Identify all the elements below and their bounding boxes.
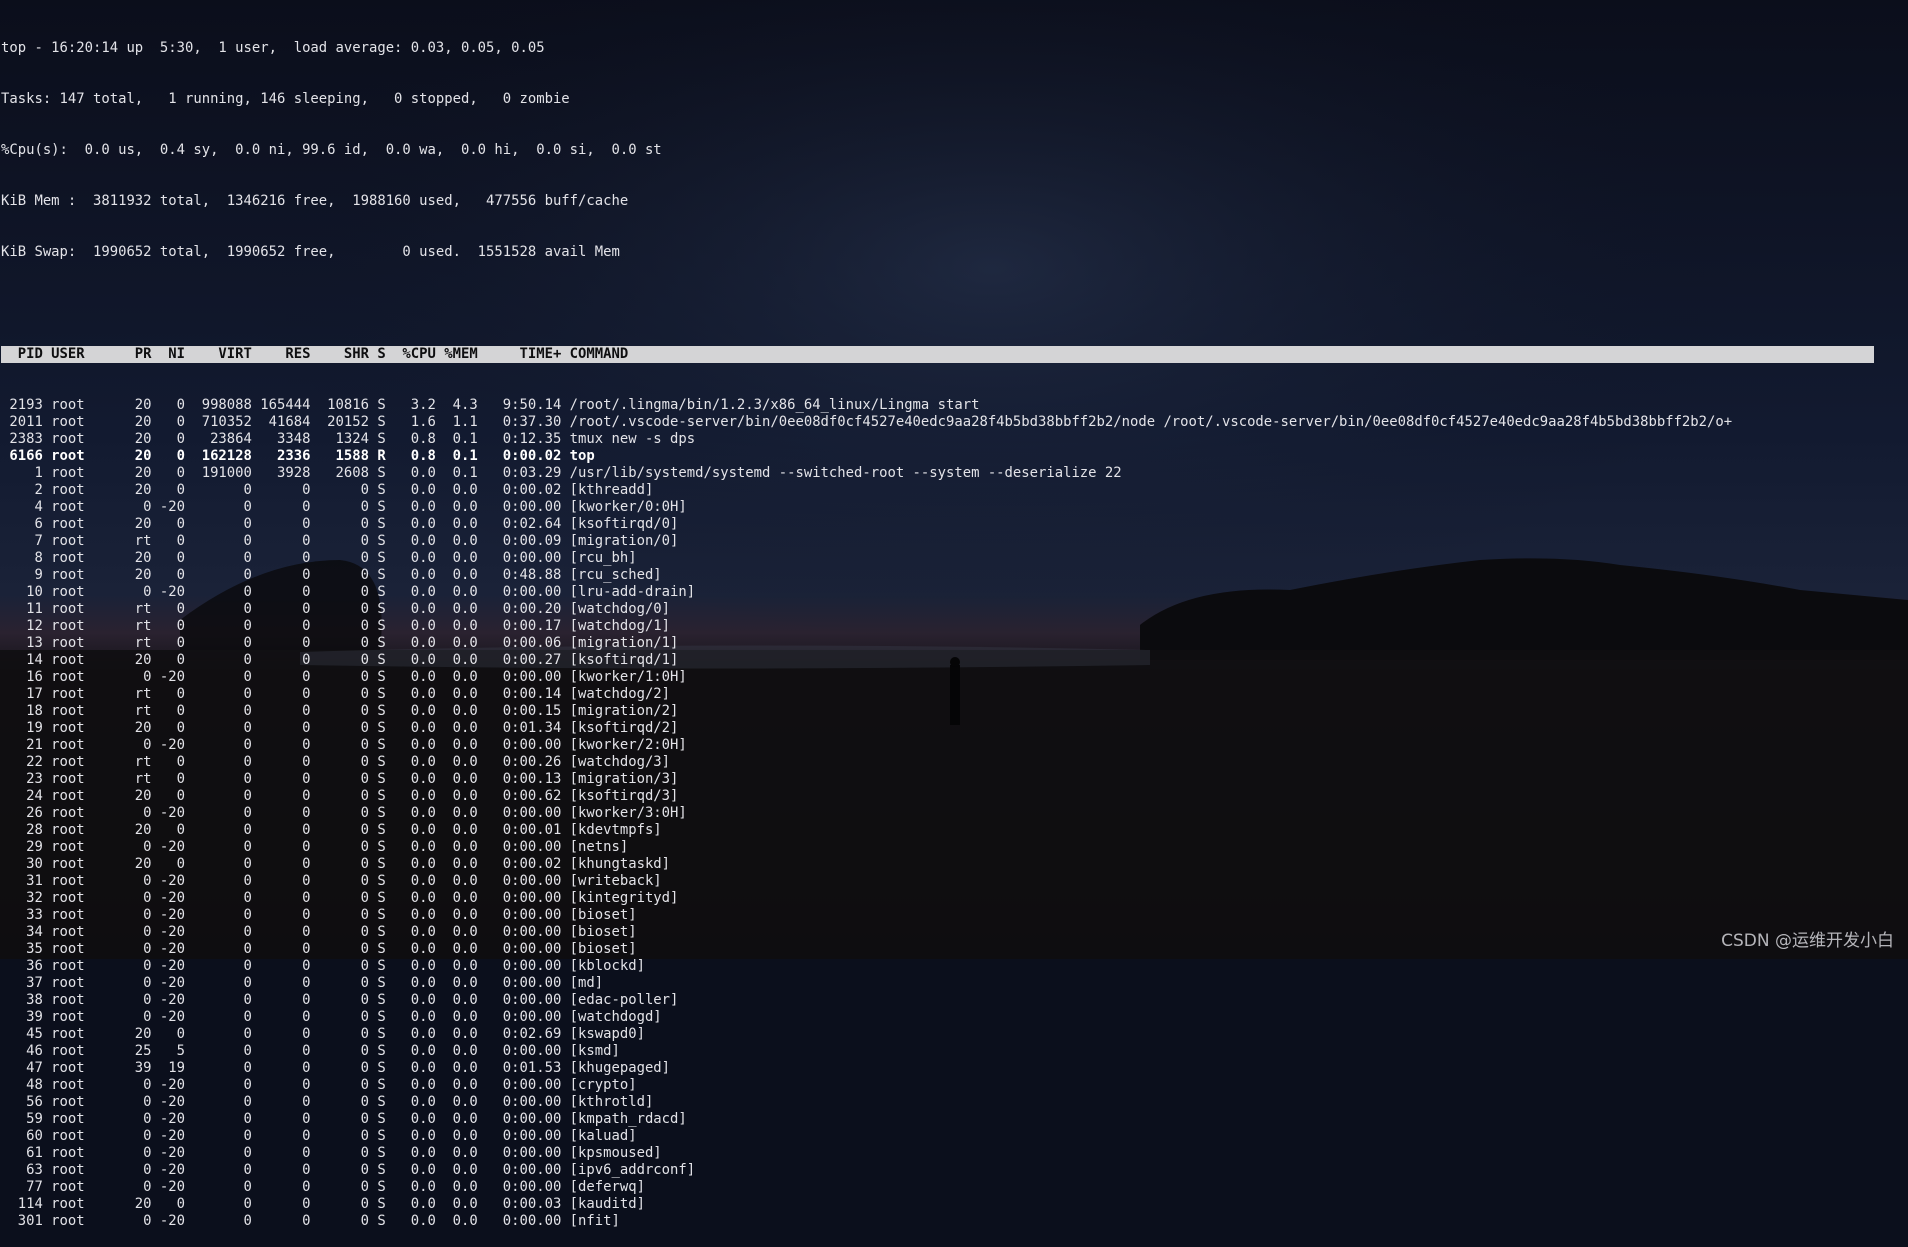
process-row: 77 root 0 -20 0 0 0 S 0.0 0.0 0:00.00 [d…: [1, 1179, 645, 1195]
process-row: 2 root 20 0 0 0 0 S 0.0 0.0 0:00.02 [kth…: [1, 482, 654, 498]
process-table-body: 2193 root 20 0 998088 165444 10816 S 3.2…: [1, 397, 1874, 1230]
process-row: 33 root 0 -20 0 0 0 S 0.0 0.0 0:00.00 [b…: [1, 907, 637, 923]
process-row: 2383 root 20 0 23864 3348 1324 S 0.8 0.1…: [1, 431, 696, 447]
process-row: 32 root 0 -20 0 0 0 S 0.0 0.0 0:00.00 [k…: [1, 890, 679, 906]
process-row: 37 root 0 -20 0 0 0 S 0.0 0.0 0:00.00 [m…: [1, 975, 604, 991]
process-row: 24 root 20 0 0 0 0 S 0.0 0.0 0:00.62 [ks…: [1, 788, 679, 804]
process-row: 6 root 20 0 0 0 0 S 0.0 0.0 0:02.64 [kso…: [1, 516, 679, 532]
process-row: 6166 root 20 0 162128 2336 1588 R 0.8 0.…: [1, 448, 595, 464]
process-row: 114 root 20 0 0 0 0 S 0.0 0.0 0:00.03 [k…: [1, 1196, 645, 1212]
process-row: 17 root rt 0 0 0 0 S 0.0 0.0 0:00.14 [wa…: [1, 686, 671, 702]
process-row: 16 root 0 -20 0 0 0 S 0.0 0.0 0:00.00 [k…: [1, 669, 687, 685]
process-row: 19 root 20 0 0 0 0 S 0.0 0.0 0:01.34 [ks…: [1, 720, 679, 736]
process-row: 18 root rt 0 0 0 0 S 0.0 0.0 0:00.15 [mi…: [1, 703, 679, 719]
process-row: 56 root 0 -20 0 0 0 S 0.0 0.0 0:00.00 [k…: [1, 1094, 654, 1110]
process-row: 47 root 39 19 0 0 0 S 0.0 0.0 0:01.53 [k…: [1, 1060, 671, 1076]
process-row: 61 root 0 -20 0 0 0 S 0.0 0.0 0:00.00 [k…: [1, 1145, 662, 1161]
process-row: 9 root 20 0 0 0 0 S 0.0 0.0 0:48.88 [rcu…: [1, 567, 662, 583]
process-row: 2193 root 20 0 998088 165444 10816 S 3.2…: [1, 397, 980, 413]
process-row: 46 root 25 5 0 0 0 S 0.0 0.0 0:00.00 [ks…: [1, 1043, 620, 1059]
process-table-header: PID USER PR NI VIRT RES SHR S %CPU %MEM …: [1, 346, 1874, 363]
process-row: 38 root 0 -20 0 0 0 S 0.0 0.0 0:00.00 [e…: [1, 992, 679, 1008]
process-row: 14 root 20 0 0 0 0 S 0.0 0.0 0:00.27 [ks…: [1, 652, 679, 668]
process-row: 22 root rt 0 0 0 0 S 0.0 0.0 0:00.26 [wa…: [1, 754, 671, 770]
process-row: 1 root 20 0 191000 3928 2608 S 0.0 0.1 0…: [1, 465, 1122, 481]
uptime-line: top - 16:20:14 up 5:30, 1 user, load ave…: [1, 40, 545, 56]
swap-line: KiB Swap: 1990652 total, 1990652 free, 0…: [1, 244, 620, 260]
mem-line: KiB Mem : 3811932 total, 1346216 free, 1…: [1, 193, 629, 209]
process-row: 39 root 0 -20 0 0 0 S 0.0 0.0 0:00.00 [w…: [1, 1009, 662, 1025]
process-row: 10 root 0 -20 0 0 0 S 0.0 0.0 0:00.00 [l…: [1, 584, 696, 600]
process-row: 63 root 0 -20 0 0 0 S 0.0 0.0 0:00.00 [i…: [1, 1162, 696, 1178]
process-row: 11 root rt 0 0 0 0 S 0.0 0.0 0:00.20 [wa…: [1, 601, 671, 617]
process-row: 36 root 0 -20 0 0 0 S 0.0 0.0 0:00.00 [k…: [1, 958, 645, 974]
process-row: 12 root rt 0 0 0 0 S 0.0 0.0 0:00.17 [wa…: [1, 618, 671, 634]
process-row: 45 root 20 0 0 0 0 S 0.0 0.0 0:02.69 [ks…: [1, 1026, 645, 1042]
process-row: 59 root 0 -20 0 0 0 S 0.0 0.0 0:00.00 [k…: [1, 1111, 687, 1127]
process-row: 2011 root 20 0 710352 41684 20152 S 1.6 …: [1, 414, 1733, 430]
process-row: 8 root 20 0 0 0 0 S 0.0 0.0 0:00.00 [rcu…: [1, 550, 637, 566]
top-terminal-output: top - 16:20:14 up 5:30, 1 user, load ave…: [1, 6, 1874, 1247]
process-row: 34 root 0 -20 0 0 0 S 0.0 0.0 0:00.00 [b…: [1, 924, 637, 940]
process-row: 30 root 20 0 0 0 0 S 0.0 0.0 0:00.02 [kh…: [1, 856, 671, 872]
process-row: 23 root rt 0 0 0 0 S 0.0 0.0 0:00.13 [mi…: [1, 771, 679, 787]
process-row: 31 root 0 -20 0 0 0 S 0.0 0.0 0:00.00 [w…: [1, 873, 662, 889]
cpu-line: %Cpu(s): 0.0 us, 0.4 sy, 0.0 ni, 99.6 id…: [1, 142, 662, 158]
process-row: 28 root 20 0 0 0 0 S 0.0 0.0 0:00.01 [kd…: [1, 822, 662, 838]
process-row: 21 root 0 -20 0 0 0 S 0.0 0.0 0:00.00 [k…: [1, 737, 687, 753]
process-row: 26 root 0 -20 0 0 0 S 0.0 0.0 0:00.00 [k…: [1, 805, 687, 821]
process-row: 301 root 0 -20 0 0 0 S 0.0 0.0 0:00.00 […: [1, 1213, 620, 1229]
process-row: 35 root 0 -20 0 0 0 S 0.0 0.0 0:00.00 [b…: [1, 941, 637, 957]
process-row: 13 root rt 0 0 0 0 S 0.0 0.0 0:00.06 [mi…: [1, 635, 679, 651]
tasks-line: Tasks: 147 total, 1 running, 146 sleepin…: [1, 91, 570, 107]
watermark: CSDN @运维开发小白: [1721, 931, 1894, 951]
process-row: 48 root 0 -20 0 0 0 S 0.0 0.0 0:00.00 [c…: [1, 1077, 637, 1093]
process-row: 60 root 0 -20 0 0 0 S 0.0 0.0 0:00.00 [k…: [1, 1128, 637, 1144]
process-row: 4 root 0 -20 0 0 0 S 0.0 0.0 0:00.00 [kw…: [1, 499, 687, 515]
process-row: 29 root 0 -20 0 0 0 S 0.0 0.0 0:00.00 [n…: [1, 839, 629, 855]
process-row: 7 root rt 0 0 0 0 S 0.0 0.0 0:00.09 [mig…: [1, 533, 679, 549]
